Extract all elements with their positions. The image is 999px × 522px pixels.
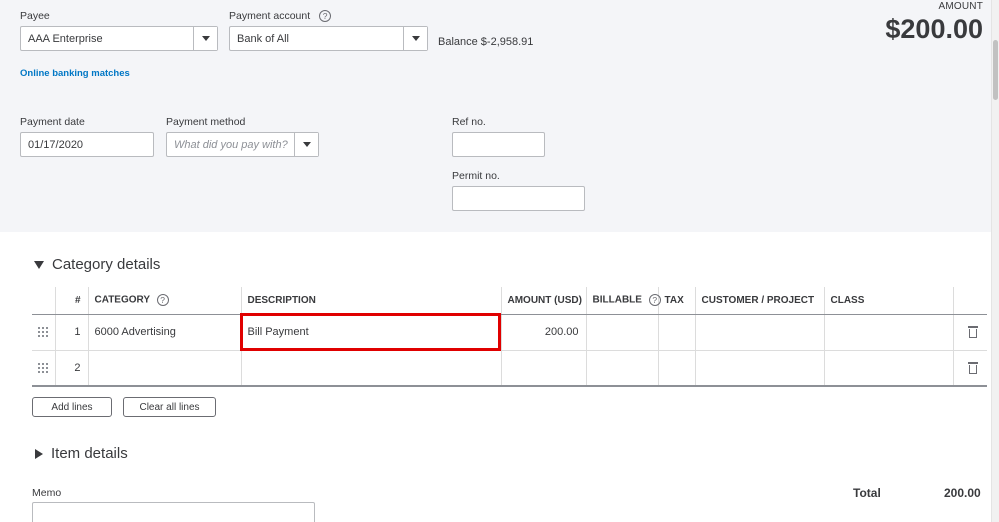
online-banking-matches-link[interactable]: Online banking matches bbox=[20, 68, 130, 79]
category-details-title: Category details bbox=[52, 256, 161, 273]
row-category-cell[interactable] bbox=[88, 350, 242, 387]
drag-column-header bbox=[32, 287, 56, 315]
item-details-toggle[interactable]: Item details bbox=[35, 445, 128, 462]
row-category-cell[interactable]: 6000 Advertising bbox=[88, 314, 242, 351]
payment-account-label-text: Payment account bbox=[229, 10, 311, 22]
amount-label: AMOUNT bbox=[938, 1, 983, 12]
row-tax-cell[interactable] bbox=[658, 314, 696, 351]
drag-handle[interactable] bbox=[32, 350, 56, 387]
row-class-cell[interactable] bbox=[824, 314, 954, 351]
drag-handle[interactable] bbox=[32, 314, 56, 351]
column-header-billable: BILLABLE ? bbox=[586, 287, 661, 315]
row-description-cell[interactable]: Bill Payment bbox=[241, 314, 502, 351]
payee-dropdown-icon[interactable] bbox=[193, 27, 217, 50]
vertical-scrollbar[interactable] bbox=[991, 0, 999, 522]
payment-account-value: Bank of All bbox=[237, 32, 289, 45]
payment-account-label: Payment account ? bbox=[229, 10, 332, 23]
table-row[interactable]: 2 bbox=[32, 350, 987, 387]
column-header-class: CLASS bbox=[824, 287, 954, 315]
row-tax-cell[interactable] bbox=[658, 350, 696, 387]
payee-value: AAA Enterprise bbox=[28, 32, 103, 45]
row-class-cell[interactable] bbox=[824, 350, 954, 387]
column-header-number: # bbox=[55, 287, 89, 315]
balance-text: Balance $-2,958.91 bbox=[438, 36, 534, 48]
scrollbar-thumb[interactable] bbox=[993, 40, 998, 100]
payment-date-value: 01/17/2020 bbox=[28, 138, 84, 151]
payment-method-label: Payment method bbox=[166, 116, 246, 128]
payment-account-select[interactable]: Bank of All bbox=[229, 26, 428, 51]
clear-all-lines-button[interactable]: Clear all lines bbox=[123, 397, 216, 417]
payment-account-help-icon[interactable]: ? bbox=[319, 10, 332, 23]
row-billable-cell[interactable] bbox=[586, 350, 659, 387]
payment-method-placeholder: What did you pay with? bbox=[174, 138, 288, 151]
row-amount-cell[interactable] bbox=[501, 350, 587, 387]
memo-textarea[interactable] bbox=[32, 502, 315, 522]
permit-no-input[interactable] bbox=[452, 186, 585, 211]
category-details-table: # CATEGORY ? DESCRIPTION AMOUNT (USD) BI… bbox=[32, 287, 987, 387]
permit-no-label: Permit no. bbox=[452, 170, 500, 182]
payee-label: Payee bbox=[20, 10, 50, 22]
table-row[interactable]: 1 6000 Advertising Bill Payment 200.00 bbox=[32, 314, 987, 351]
row-delete-button[interactable] bbox=[953, 314, 987, 351]
column-header-tax: TAX bbox=[658, 287, 696, 315]
column-header-amount: AMOUNT (USD) bbox=[501, 287, 587, 315]
trash-icon bbox=[968, 361, 979, 374]
memo-label: Memo bbox=[32, 487, 62, 499]
billable-help-icon[interactable]: ? bbox=[648, 294, 661, 307]
category-help-icon[interactable]: ? bbox=[156, 294, 169, 307]
payment-account-dropdown-icon[interactable] bbox=[403, 27, 427, 50]
column-header-customer-project: CUSTOMER / PROJECT bbox=[695, 287, 825, 315]
amount-value: $200.00 bbox=[885, 14, 983, 44]
ref-no-label: Ref no. bbox=[452, 116, 486, 128]
drag-handle-icon bbox=[38, 327, 48, 337]
payment-date-input[interactable]: 01/17/2020 bbox=[20, 132, 154, 157]
table-header-row: # CATEGORY ? DESCRIPTION AMOUNT (USD) BI… bbox=[32, 287, 987, 315]
column-header-description: DESCRIPTION bbox=[241, 287, 502, 315]
row-customer-cell[interactable] bbox=[695, 350, 825, 387]
column-header-category-text: CATEGORY bbox=[94, 294, 150, 306]
column-header-category: CATEGORY ? bbox=[88, 287, 242, 315]
item-details-title: Item details bbox=[51, 445, 128, 462]
expand-triangle-icon bbox=[35, 448, 43, 459]
row-number: 1 bbox=[55, 314, 89, 351]
drag-handle-icon bbox=[38, 362, 48, 373]
payment-method-dropdown-icon[interactable] bbox=[294, 133, 318, 156]
ref-no-input[interactable] bbox=[452, 132, 545, 157]
total-label: Total bbox=[853, 486, 881, 500]
row-amount-cell[interactable]: 200.00 bbox=[501, 314, 587, 351]
collapse-triangle-icon bbox=[34, 260, 44, 269]
add-lines-button[interactable]: Add lines bbox=[32, 397, 112, 417]
total-value: 200.00 bbox=[944, 486, 981, 500]
trash-icon bbox=[968, 326, 979, 338]
category-details-toggle[interactable]: Category details bbox=[34, 256, 160, 273]
row-number: 2 bbox=[55, 350, 89, 387]
payment-date-label: Payment date bbox=[20, 116, 85, 128]
row-delete-button[interactable] bbox=[953, 350, 987, 387]
delete-column-header bbox=[953, 287, 987, 315]
row-description-cell[interactable] bbox=[241, 350, 502, 387]
row-customer-cell[interactable] bbox=[695, 314, 825, 351]
column-header-billable-text: BILLABLE bbox=[592, 294, 642, 306]
payment-method-select[interactable]: What did you pay with? bbox=[166, 132, 319, 157]
row-billable-cell[interactable] bbox=[586, 314, 659, 351]
payee-select[interactable]: AAA Enterprise bbox=[20, 26, 218, 51]
